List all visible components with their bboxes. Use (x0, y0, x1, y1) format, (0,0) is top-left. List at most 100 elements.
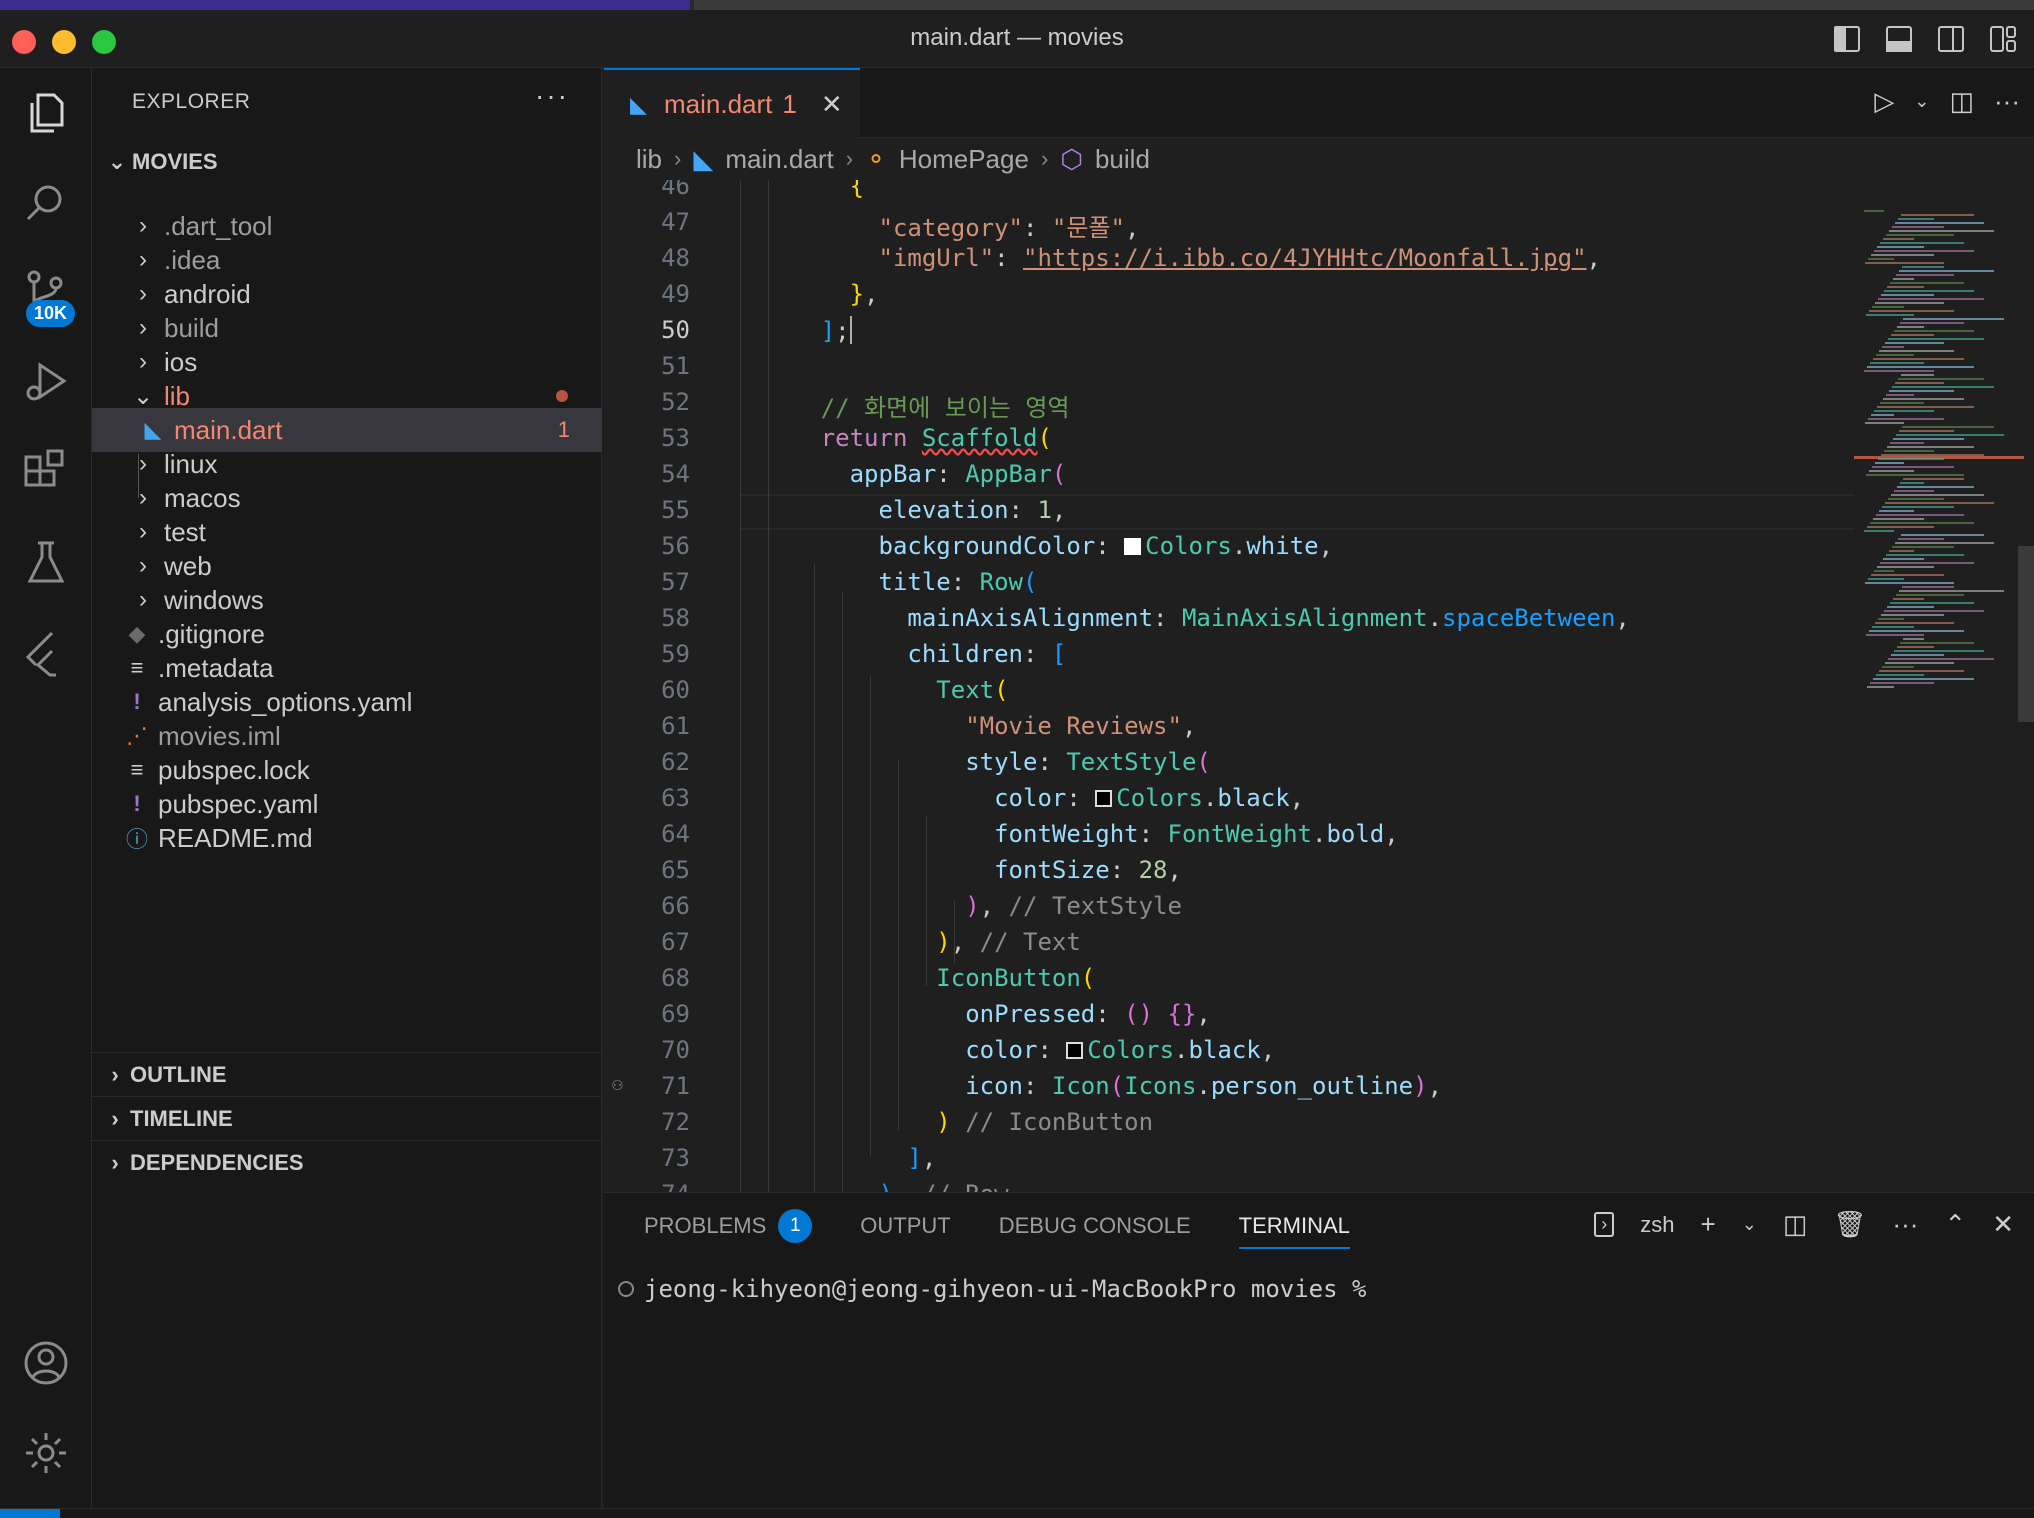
tab-problems[interactable]: PROBLEMS 1 (644, 1193, 813, 1259)
close-icon[interactable]: ✕ (1992, 1209, 2014, 1240)
minimap[interactable] (1854, 180, 2034, 1192)
panel-actions: › zsh + ⌄ ◫ 🗑 ··· ⌃ ✕ (1594, 1209, 2014, 1240)
code-editor[interactable]: 46 47 48 49 50 51 52 53 54 55 56 57 58 5… (604, 180, 1854, 1192)
minimap-line (1871, 254, 1934, 256)
minimap-line (1881, 294, 1934, 296)
title-bar: main.dart — movies (0, 0, 2034, 68)
breadcrumb-item[interactable]: main.dart (725, 144, 833, 175)
window-title: main.dart — movies (910, 24, 1124, 51)
minimap-line (1870, 362, 1924, 364)
line-number: 59 (661, 640, 690, 668)
minimap-line (1891, 494, 1984, 496)
breadcrumb-item[interactable]: lib (636, 144, 662, 175)
shell-name[interactable]: zsh (1640, 1212, 1674, 1238)
section-label: TIMELINE (130, 1105, 233, 1131)
minimap-line (1871, 574, 1944, 576)
breadcrumb-item[interactable]: build (1095, 144, 1150, 175)
minimap-line (1889, 550, 1914, 552)
split-terminal-icon[interactable]: ◫ (1783, 1209, 1808, 1240)
line-number: 55 (661, 496, 690, 524)
minimap-line (1889, 230, 1994, 232)
run-icon[interactable]: ▷ (1874, 86, 1894, 117)
tab-debug-console[interactable]: DEBUG CONSOLE (999, 1193, 1191, 1259)
minimap-line (1879, 510, 1914, 512)
tree-item-label: .metadata (158, 652, 274, 683)
toggle-panel-icon[interactable] (1882, 22, 1916, 56)
minimap-line (1873, 518, 1924, 520)
code-line-62: style: TextStyle( (965, 748, 1211, 776)
testing-icon[interactable] (0, 518, 92, 608)
problems-badge: 1 (778, 1209, 813, 1243)
code-line-72: ) // IconButton (936, 1108, 1154, 1136)
minimap-line (1885, 662, 1954, 664)
minimap-line (1884, 610, 1984, 612)
minimap-line (1864, 530, 1894, 532)
section-label: OUTLINE (130, 1061, 227, 1087)
vertical-scrollbar[interactable] (2018, 546, 2034, 722)
code-line-69: onPressed: () {}, (965, 1000, 1211, 1028)
minimap-line (1864, 210, 1884, 212)
chevron-right-icon: › (111, 1149, 119, 1175)
chevron-down-icon: ⌄ (132, 382, 154, 410)
code-line-71: icon: Icon(Icons.person_outline), (965, 1072, 1443, 1100)
tree-item-label: README.md (158, 822, 313, 853)
maximize-panel-icon[interactable]: ⌃ (1944, 1209, 1966, 1240)
minimap-line (1883, 558, 1924, 560)
minimap-line (1884, 450, 1934, 452)
minimap-line (1885, 342, 1944, 344)
minimap-line (1880, 402, 1924, 404)
color-swatch-black[interactable] (1095, 790, 1113, 807)
tab-output[interactable]: OUTPUT (860, 1193, 950, 1259)
minimap-line (1882, 506, 1954, 508)
dart-file-icon: ◣ (144, 417, 162, 442)
tree-item-readme[interactable]: ⓘ README.md (92, 816, 602, 860)
color-swatch-white[interactable] (1124, 538, 1142, 555)
minimap-line (1877, 406, 1974, 408)
tab-main-dart[interactable]: ◣ main.dart 1 ✕ (604, 68, 860, 138)
code-line-60: Text( (936, 676, 1009, 704)
new-terminal-icon[interactable]: + (1701, 1209, 1716, 1240)
extensions-icon[interactable] (0, 428, 92, 518)
chevron-down-icon[interactable]: ⌄ (1742, 1214, 1757, 1235)
toggle-secondary-sidebar-icon[interactable] (1934, 22, 1968, 56)
tab-terminal[interactable]: TERMINAL (1238, 1193, 1351, 1259)
minimap-line (1882, 346, 1904, 348)
chevron-right-icon: › (139, 518, 147, 545)
line-number: 49 (661, 280, 690, 308)
color-swatch-black[interactable] (1066, 1042, 1084, 1059)
minimap-line (1897, 646, 1934, 648)
explorer-icon[interactable] (0, 68, 92, 158)
settings-gear-icon[interactable] (0, 1408, 92, 1498)
tab-label: main.dart (664, 88, 773, 119)
rss-icon: ⋰ (126, 723, 148, 748)
terminal-output[interactable]: jeong-kihyeon@jeong-gihyeon-ui-MacBookPr… (618, 1275, 1366, 1303)
line-number: 58 (661, 604, 690, 632)
dependencies-section[interactable]: › DEPENDENCIES (92, 1140, 602, 1184)
trash-icon[interactable]: 🗑 (1833, 1209, 1866, 1240)
explorer-more-actions-icon[interactable]: ··· (535, 80, 569, 112)
minimap-line (1873, 678, 1974, 680)
more-actions-icon[interactable]: ··· (1994, 86, 2020, 117)
run-debug-icon[interactable] (0, 338, 92, 428)
close-icon[interactable]: ✕ (821, 89, 843, 120)
customize-layout-icon[interactable] (1986, 22, 2020, 56)
flutter-icon[interactable] (0, 608, 92, 698)
line-number: 48 (661, 244, 690, 272)
source-control-icon[interactable]: 10K (0, 248, 92, 338)
line-number: 74 (634, 1180, 690, 1192)
minimap-line (1877, 566, 1934, 568)
project-folder-header[interactable]: ⌄ MOVIES (102, 142, 592, 182)
timeline-section[interactable]: › TIMELINE (92, 1096, 602, 1140)
chevron-down-icon[interactable]: ⌄ (1914, 91, 1929, 112)
minimap-line (1890, 602, 1974, 604)
outline-section[interactable]: › OUTLINE (92, 1052, 602, 1096)
remote-indicator[interactable] (0, 1509, 60, 1518)
account-icon[interactable] (0, 1318, 92, 1408)
split-editor-icon[interactable]: ◫ (1949, 86, 1974, 117)
minimap-line (1903, 318, 2004, 320)
search-icon[interactable] (0, 158, 92, 248)
text-file-icon: ≡ (130, 655, 144, 680)
breadcrumb-item[interactable]: HomePage (899, 144, 1029, 175)
more-actions-icon[interactable]: ··· (1892, 1209, 1918, 1240)
toggle-primary-sidebar-icon[interactable] (1830, 22, 1864, 56)
